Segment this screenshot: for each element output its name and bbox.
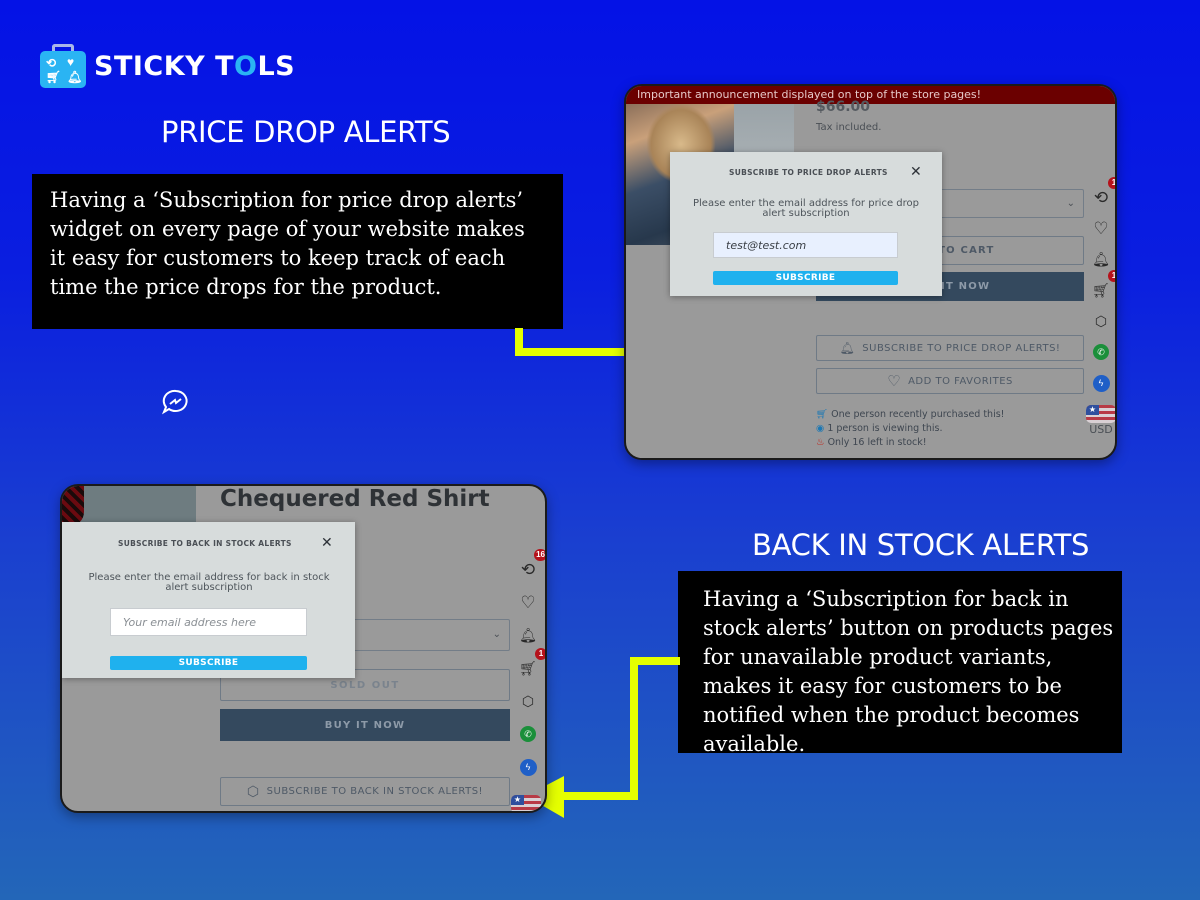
bell-icon[interactable]: 🔔︎ [517,624,539,646]
email-input[interactable]: Your email address here [110,608,307,636]
add-to-favorites-label: ADD TO FAVORITES [908,375,1013,387]
bell-icon: 🔔︎ [839,341,856,355]
currency-label: USD [1089,423,1113,436]
social-proof-item: ◉ 1 person is viewing this. [816,423,943,434]
close-icon[interactable]: ✕ [910,165,922,179]
messenger-icon[interactable]: ϟ [1090,372,1112,394]
back-in-stock-title: BACK IN STOCK ALERTS [752,528,1090,562]
social-proof-item: ♨ Only 16 left in stock! [816,437,927,448]
buy-now-label: BUY IT NOW [324,719,406,731]
price-drop-popup: SUBSCRIBE TO PRICE DROP ALERTS ✕ Please … [670,152,942,296]
product-price: $66.00 [816,99,871,115]
price-drop-title: PRICE DROP ALERTS [161,115,451,149]
us-flag-icon: ★ [511,795,541,811]
chat-bubble-icon[interactable] [161,389,191,420]
cart-badge: 1 [535,648,545,660]
cart-icon[interactable]: 🛒︎ 1 [517,648,545,679]
social-proof-item: 🛒︎ One person recently purchased this! [816,409,1005,420]
fire-icon: ♨ [816,437,825,448]
subscribe-back-in-stock-button[interactable]: ⬡ SUBSCRIBE TO BACK IN STOCK ALERTS! [220,777,510,806]
sticky-side-toolbar: ⟲ 16 ♡ 🔔︎ 🛒︎ 1 ⬡ ✆ ϟ [516,549,545,778]
tax-note: Tax included. [816,122,882,133]
cart-icon: 🛒︎ [816,409,829,420]
history-icon[interactable]: ⟲ 1 [1090,177,1115,208]
heart-icon: ♡ [887,372,902,390]
whatsapp-icon[interactable]: ✆ [1090,341,1112,363]
currency-switcher[interactable]: ★ USD [1086,405,1115,436]
sticky-side-toolbar: ⟲ 1 ♡ 🔔︎ 🛒︎ 1 ⬡ ✆ ϟ ★ USD [1086,177,1115,436]
popup-message: Please enter the email address for back … [88,572,330,593]
social-proof-list: 🛒︎ One person recently purchased this! ◉… [816,408,1004,450]
subscribe-button[interactable]: SUBSCRIBE [713,271,898,285]
package-icon[interactable]: ⬡ [1090,310,1112,332]
product-title: Chequered Red Shirt [220,486,490,512]
heart-icon[interactable]: ♡ [517,591,539,613]
bell-icon[interactable]: 🔔︎ [1090,248,1112,270]
subscribe-button[interactable]: SUBSCRIBE [110,656,307,670]
email-input[interactable]: test@test.com [713,232,898,258]
back-in-stock-description: Having a ‘Subscription for back in stock… [678,571,1122,756]
history-icon[interactable]: ⟲ 16 [517,549,545,580]
heart-icon[interactable]: ♡ [1090,217,1112,239]
messenger-icon[interactable]: ϟ [517,756,539,778]
subscribe-back-in-stock-label: SUBSCRIBE TO BACK IN STOCK ALERTS! [266,786,484,797]
package-icon: ⬡ [246,783,260,800]
popup-title: SUBSCRIBE TO PRICE DROP ALERTS [729,168,888,177]
popup-message: Please enter the email address for price… [693,198,919,219]
suitcase-logo-icon: ⟲ ♥ 🛒︎ 🔔︎ [40,44,86,88]
sold-out-label: SOLD OUT [330,679,400,691]
chevron-down-icon: ⌄ [492,628,501,640]
cart-icon[interactable]: 🛒︎ 1 [1090,270,1115,301]
history-badge: 16 [534,549,545,561]
us-flag-icon: ★ [1086,405,1115,423]
package-icon[interactable]: ⬡ [517,690,539,712]
brand-name: STICKY TOLS [94,50,296,82]
product-image [62,486,196,526]
buy-now-button[interactable]: BUY IT NOW [220,709,510,741]
store-preview-back-in-stock: Chequered Red Shirt ⌄ SOLD OUT BUY IT NO… [60,484,547,813]
currency-switcher[interactable]: ★ [511,795,541,811]
subscribe-price-drop-button[interactable]: 🔔︎ SUBSCRIBE TO PRICE DROP ALERTS! [816,335,1084,361]
back-in-stock-description-text: Having a ‘Subscription for back in stock… [703,587,1114,756]
price-drop-description-text: Having a ‘Subscription for price drop al… [50,188,525,299]
eye-icon: ◉ [816,423,825,434]
popup-title: SUBSCRIBE TO BACK IN STOCK ALERTS [118,539,292,548]
add-to-favorites-button[interactable]: ♡ ADD TO FAVORITES [816,368,1084,394]
price-drop-description: Having a ‘Subscription for price drop al… [32,174,563,329]
brand-logo: ⟲ ♥ 🛒︎ 🔔︎ STICKY TOLS [40,44,295,88]
whatsapp-icon[interactable]: ✆ [517,723,539,745]
history-badge: 1 [1108,177,1115,189]
chevron-down-icon: ⌄ [1066,197,1075,209]
cart-badge: 1 [1108,270,1115,282]
announcement-bar: Important announcement displayed on top … [626,86,1115,104]
close-icon[interactable]: ✕ [321,536,333,550]
store-preview-price-drop: Important announcement displayed on top … [624,84,1117,460]
subscribe-price-drop-label: SUBSCRIBE TO PRICE DROP ALERTS! [862,342,1061,354]
back-in-stock-popup: SUBSCRIBE TO BACK IN STOCK ALERTS ✕ Plea… [62,522,355,678]
